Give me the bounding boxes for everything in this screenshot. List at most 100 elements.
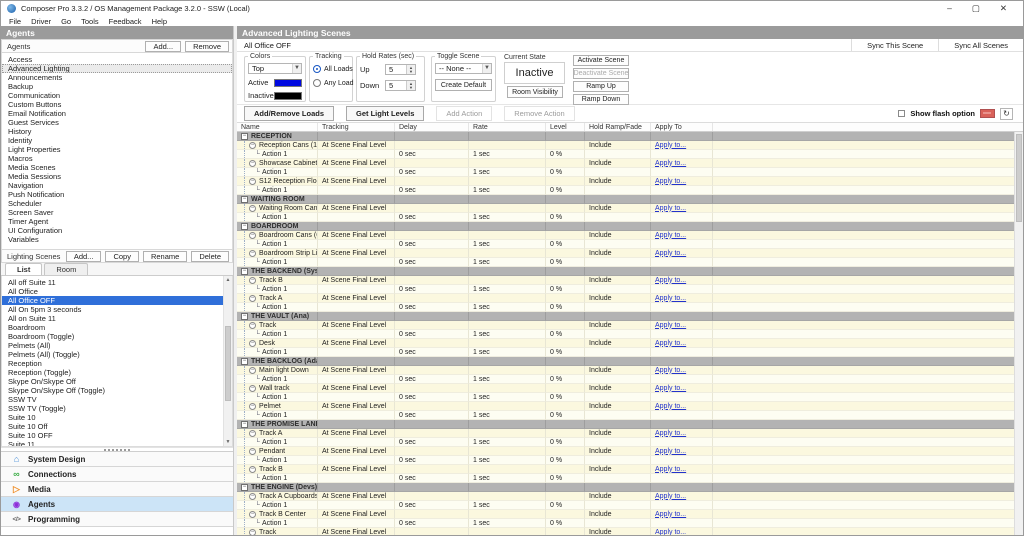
collapse-load-icon[interactable]: − (249, 403, 256, 410)
collapse-group-icon[interactable]: − (241, 358, 248, 365)
collapse-load-icon[interactable]: − (249, 367, 256, 374)
group-row[interactable]: −RECEPTION (237, 132, 1023, 141)
load-row[interactable]: −Track AAt Scene Final LevelIncludeApply… (237, 429, 1023, 438)
action-row[interactable]: └Action 10 sec1 sec0 % (237, 330, 1023, 339)
ramp-down-button[interactable]: Ramp Down (573, 94, 629, 105)
nav-item-connections[interactable]: ∞Connections (1, 467, 233, 482)
apply-to-link[interactable]: Apply to... (655, 232, 686, 239)
scene-list-item[interactable]: All Office (2, 287, 232, 296)
load-row[interactable]: −DeskAt Scene Final LevelIncludeApply to… (237, 339, 1023, 348)
group-row[interactable]: −THE BACKLOG (Adam) (237, 357, 1023, 366)
close-button[interactable]: ✕ (1000, 3, 1007, 14)
spinner-arrows-icon[interactable]: ▲▼ (406, 65, 415, 74)
up-rate-spinner[interactable]: 5 ▲▼ (385, 64, 416, 75)
scene-list-item[interactable]: All off Suite 11 (2, 278, 232, 287)
apply-to-link[interactable]: Apply to... (655, 178, 686, 185)
spinner-arrows-icon[interactable]: ▲▼ (406, 81, 415, 90)
action-row[interactable]: └Action 10 sec1 sec0 % (237, 240, 1023, 249)
action-row[interactable]: └Action 10 sec1 sec0 % (237, 501, 1023, 510)
apply-to-link[interactable]: Apply to... (655, 448, 686, 455)
collapse-load-icon[interactable]: − (249, 250, 256, 257)
agent-list-item[interactable]: Macros (2, 154, 232, 163)
scrollbar-thumb[interactable] (225, 326, 231, 401)
scene-list-item[interactable]: Suite 10 OFF (2, 431, 232, 440)
nav-item-agents[interactable]: ◉Agents (1, 497, 233, 512)
down-rate-spinner[interactable]: 5 ▲▼ (385, 80, 416, 91)
action-row[interactable]: └Action 10 sec1 sec0 % (237, 285, 1023, 294)
apply-to-link[interactable]: Apply to... (655, 277, 686, 284)
collapse-load-icon[interactable]: − (249, 430, 256, 437)
menu-driver[interactable]: Driver (26, 17, 56, 26)
flash-color-swatch[interactable] (980, 109, 995, 118)
collapse-group-icon[interactable]: − (241, 484, 248, 491)
load-row[interactable]: −Track BAt Scene Final LevelIncludeApply… (237, 276, 1023, 285)
agent-list-item[interactable]: Guest Services (2, 118, 232, 127)
apply-to-link[interactable]: Apply to... (655, 493, 686, 500)
load-row[interactable]: −Reception Cans (11)At Scene Final Level… (237, 141, 1023, 150)
nav-item-programming[interactable]: </>Programming (1, 512, 233, 527)
collapse-load-icon[interactable]: − (249, 385, 256, 392)
scene-list-item[interactable]: Skype On/Skype Off (Toggle) (2, 386, 232, 395)
action-row[interactable]: └Action 10 sec1 sec0 % (237, 168, 1023, 177)
collapse-load-icon[interactable]: − (249, 340, 256, 347)
collapse-group-icon[interactable]: − (241, 133, 248, 140)
agent-list-item[interactable]: Announcements (2, 73, 232, 82)
refresh-icon[interactable]: ↻ (1000, 108, 1013, 120)
collapse-group-icon[interactable]: − (241, 313, 248, 320)
column-header-level[interactable]: Level (546, 123, 585, 131)
agents-remove-button[interactable]: Remove (185, 41, 229, 52)
tracking-any-load-option[interactable]: Any Load (313, 79, 349, 87)
table-scrollbar[interactable] (1014, 132, 1023, 535)
collapse-load-icon[interactable]: − (249, 232, 256, 239)
agent-list-item[interactable]: Light Properties (2, 145, 232, 154)
menu-help[interactable]: Help (147, 17, 172, 26)
collapse-load-icon[interactable]: − (249, 178, 256, 185)
collapse-group-icon[interactable]: − (241, 196, 248, 203)
apply-to-link[interactable]: Apply to... (655, 250, 686, 257)
load-row[interactable]: −Showcase Cabinet C...At Scene Final Lev… (237, 159, 1023, 168)
column-header-name[interactable]: Name (237, 123, 318, 131)
load-row[interactable]: −S12 Reception Floor ...At Scene Final L… (237, 177, 1023, 186)
agent-list-item[interactable]: History (2, 127, 232, 136)
apply-to-link[interactable]: Apply to... (655, 367, 686, 374)
load-row[interactable]: −PendantAt Scene Final LevelIncludeApply… (237, 447, 1023, 456)
column-header-tracking[interactable]: Tracking (318, 123, 395, 131)
apply-to-link[interactable]: Apply to... (655, 340, 686, 347)
tracking-all-loads-option[interactable]: All Loads (313, 65, 349, 73)
agent-list-item[interactable]: Media Scenes (2, 163, 232, 172)
active-color-swatch[interactable] (274, 79, 302, 87)
group-row[interactable]: −THE BACKEND (SysAd... (237, 267, 1023, 276)
load-row[interactable]: −TrackAt Scene Final LevelIncludeApply t… (237, 528, 1023, 535)
scene-list-item[interactable]: Pelmets (All) (2, 341, 232, 350)
scene-list-item[interactable]: Suite 10 Off (2, 422, 232, 431)
menu-file[interactable]: File (4, 17, 26, 26)
apply-to-link[interactable]: Apply to... (655, 295, 686, 302)
action-row[interactable]: └Action 10 sec1 sec0 % (237, 303, 1023, 312)
collapse-load-icon[interactable]: − (249, 142, 256, 149)
group-row[interactable]: −THE ENGINE (Devs) (237, 483, 1023, 492)
column-header-rate[interactable]: Rate (469, 123, 546, 131)
action-row[interactable]: └Action 10 sec1 sec0 % (237, 258, 1023, 267)
show-flash-checkbox[interactable] (898, 110, 905, 117)
scene-list-item[interactable]: SSW TV (2, 395, 232, 404)
room-visibility-button[interactable]: Room Visibility (507, 86, 563, 98)
agent-list-item[interactable]: Variables (2, 235, 232, 244)
load-row[interactable]: −Track BAt Scene Final LevelIncludeApply… (237, 465, 1023, 474)
group-row[interactable]: −BOARDROOM (237, 222, 1023, 231)
collapse-group-icon[interactable]: − (241, 223, 248, 230)
action-row[interactable]: └Action 10 sec1 sec0 % (237, 150, 1023, 159)
load-row[interactable]: −TrackAt Scene Final LevelIncludeApply t… (237, 321, 1023, 330)
scene-list-item[interactable]: All On 5pm 3 seconds (2, 305, 232, 314)
scene-list-item[interactable]: Boardroom (2, 323, 232, 332)
collapse-load-icon[interactable]: − (249, 160, 256, 167)
maximize-button[interactable]: ▢ (972, 3, 980, 14)
scene-list-item[interactable]: Boardroom (Toggle) (2, 332, 232, 341)
load-row[interactable]: −Boardroom Strip LightAt Scene Final Lev… (237, 249, 1023, 258)
group-row[interactable]: −THE PROMISE LAND (... (237, 420, 1023, 429)
scenes-rename-button[interactable]: Rename (143, 251, 187, 262)
group-row[interactable]: −WAITING ROOM (237, 195, 1023, 204)
collapse-load-icon[interactable]: − (249, 493, 256, 500)
action-row[interactable]: └Action 10 sec1 sec0 % (237, 438, 1023, 447)
action-row[interactable]: └Action 10 sec1 sec0 % (237, 348, 1023, 357)
scroll-down-icon[interactable]: ▼ (224, 438, 232, 446)
